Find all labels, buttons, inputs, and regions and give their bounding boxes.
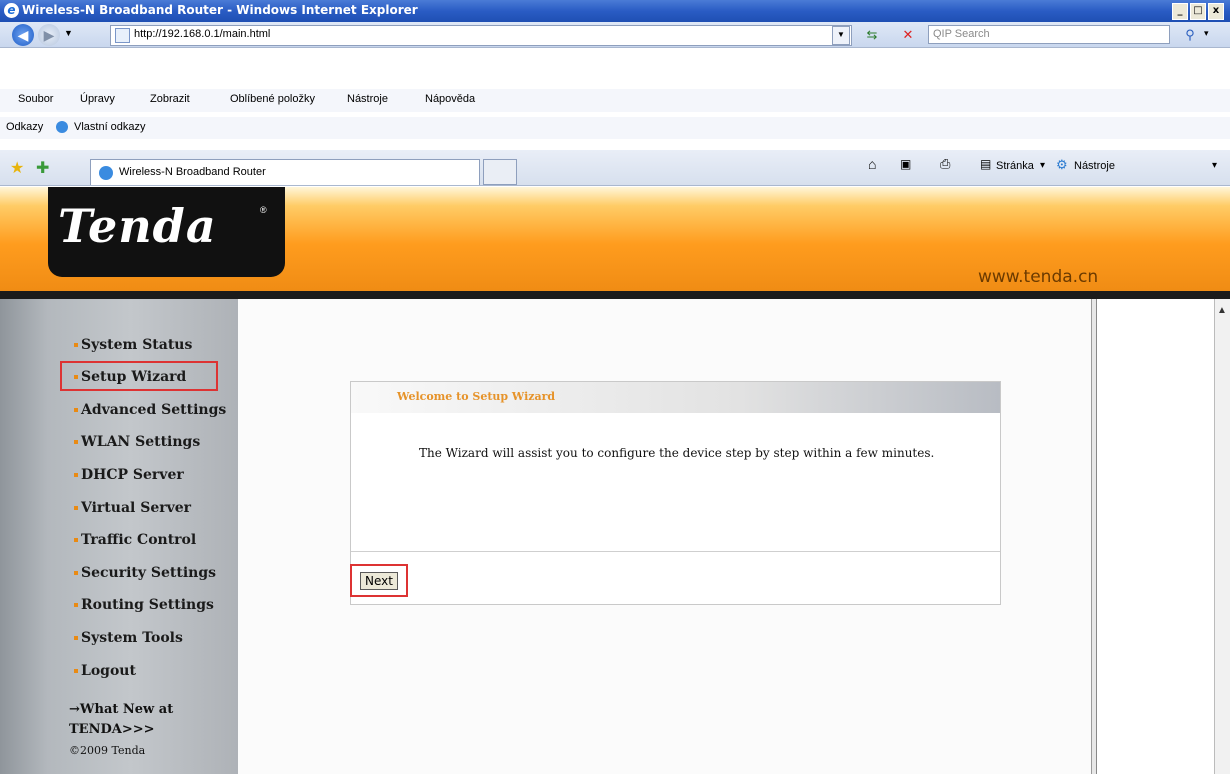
stop-icon[interactable]: ✕: [898, 25, 918, 44]
copyright: ©2009 Tenda: [69, 744, 146, 757]
sidebar-item-label: Logout: [81, 663, 136, 679]
page-menu-dropdown-icon[interactable]: ▾: [1040, 160, 1045, 171]
sidebar-item-label: DHCP Server: [81, 467, 184, 483]
sidebar-item-traffic-control[interactable]: Traffic Control: [74, 532, 197, 548]
next-button-highlight: Next: [350, 564, 408, 597]
home-icon[interactable]: ⌂: [868, 156, 876, 172]
panel-divider: [351, 551, 1000, 552]
close-button[interactable]: x: [1208, 3, 1224, 20]
right-frame: [1096, 299, 1214, 774]
sidebar-item-label: WLAN Settings: [81, 434, 201, 450]
sidebar: System Status Setup Wizard Advanced Sett…: [0, 299, 238, 774]
favorites-star-icon[interactable]: ★: [10, 158, 24, 178]
sidebar-item-security-settings[interactable]: Security Settings: [74, 565, 217, 581]
tab-page-icon: [99, 166, 113, 180]
sidebar-item-dhcp-server[interactable]: DHCP Server: [74, 467, 184, 483]
window-title: Wireless-N Broadband Router - Windows In…: [22, 3, 418, 17]
tab-bar: ★ ✚ Wireless-N Broadband Router ⌂ ▣ ⎙ ▤ …: [0, 150, 1230, 186]
menu-nastroje[interactable]: Nástroje: [347, 93, 388, 105]
tab-label: Wireless-N Broadband Router: [119, 166, 266, 178]
menu-soubor[interactable]: Soubor: [18, 93, 53, 105]
forward-button[interactable]: ▶: [38, 24, 60, 46]
page-icon: [115, 28, 130, 43]
address-input[interactable]: http://192.168.0.1/main.html: [110, 25, 852, 46]
link-page-icon: [56, 121, 68, 133]
menu-oblibene[interactable]: Oblíbené položky: [230, 93, 315, 105]
tools-menu-dropdown-icon[interactable]: ▾: [1212, 160, 1217, 171]
print-icon[interactable]: ⎙: [940, 156, 950, 172]
bullet-icon: [74, 669, 78, 673]
sidebar-item-label: Routing Settings: [81, 597, 214, 613]
sidebar-item-label: System Tools: [81, 630, 183, 646]
vertical-scrollbar[interactable]: ▲: [1214, 299, 1230, 774]
sidebar-item-setup-wizard[interactable]: Setup Wizard: [74, 369, 187, 385]
bullet-icon: [74, 343, 78, 347]
sidebar-item-advanced-settings[interactable]: Advanced Settings: [74, 402, 227, 418]
address-toolbar: ◀ ▶ ▼ http://192.168.0.1/main.html ▼ ⇆ ✕…: [0, 22, 1230, 48]
links-bar: Odkazy Vlastní odkazy: [0, 117, 1230, 139]
sidebar-item-label: Traffic Control: [81, 532, 197, 548]
custom-links-item[interactable]: Vlastní odkazy: [74, 121, 146, 133]
bullet-icon: [74, 538, 78, 542]
minimize-button[interactable]: _: [1172, 3, 1188, 20]
maximize-button[interactable]: □: [1190, 3, 1206, 20]
address-url: http://192.168.0.1/main.html: [134, 28, 271, 40]
internet-explorer-icon: e: [4, 3, 19, 18]
panel-header: Welcome to Setup Wizard: [351, 382, 1000, 413]
window-title-bar: e Wireless-N Broadband Router - Windows …: [0, 0, 1230, 22]
sidebar-item-label: System Status: [81, 337, 193, 353]
feeds-icon[interactable]: ▣: [900, 157, 911, 171]
bullet-icon: [74, 440, 78, 444]
sidebar-item-wlan-settings[interactable]: WLAN Settings: [74, 434, 201, 450]
tenda-logo: Tenda: [58, 199, 217, 253]
sidebar-item-virtual-server[interactable]: Virtual Server: [74, 500, 192, 516]
tab-router[interactable]: Wireless-N Broadband Router: [90, 159, 480, 185]
bullet-icon: [74, 603, 78, 607]
links-label: Odkazy: [6, 121, 44, 133]
sidebar-item-label: Setup Wizard: [81, 369, 187, 385]
menu-bar: Soubor Úpravy Zobrazit Oblíbené položky …: [0, 89, 1230, 112]
bullet-icon: [74, 636, 78, 640]
sidebar-item-system-status[interactable]: System Status: [74, 337, 193, 353]
back-button[interactable]: ◀: [12, 24, 34, 46]
new-tab-button[interactable]: [483, 159, 517, 185]
scroll-up-arrow-icon[interactable]: ▲: [1217, 305, 1227, 316]
tenda-header: Tenda ® www.tenda.cn: [0, 187, 1230, 291]
what-new-link[interactable]: →What New at TENDA>>>: [69, 700, 219, 740]
sidebar-item-logout[interactable]: Logout: [74, 663, 136, 679]
bullet-icon: [74, 473, 78, 477]
add-favorite-icon[interactable]: ✚: [36, 158, 49, 178]
website-url: www.tenda.cn: [978, 267, 1099, 287]
menu-zobrazit[interactable]: Zobrazit: [150, 93, 190, 105]
tools-gear-icon: ⚙: [1056, 157, 1068, 172]
next-button[interactable]: Next: [360, 572, 398, 590]
bullet-icon: [74, 506, 78, 510]
registered-mark: ®: [260, 205, 267, 215]
menu-upravy[interactable]: Úpravy: [80, 93, 115, 105]
header-divider: [0, 291, 1230, 299]
bullet-icon: [74, 408, 78, 412]
bullet-icon: [74, 571, 78, 575]
address-dropdown-button[interactable]: ▼: [832, 26, 850, 45]
menu-napoveda[interactable]: Nápověda: [425, 93, 475, 105]
refresh-icon[interactable]: ⇆: [862, 25, 882, 44]
tools-menu[interactable]: Nástroje: [1074, 160, 1115, 172]
sidebar-item-routing-settings[interactable]: Routing Settings: [74, 597, 214, 613]
sidebar-item-system-tools[interactable]: System Tools: [74, 630, 183, 646]
bullet-icon: [74, 375, 78, 379]
history-dropdown-icon[interactable]: ▼: [64, 28, 73, 38]
page-icon: ▤: [980, 157, 992, 171]
sidebar-item-label: Advanced Settings: [81, 402, 227, 418]
sidebar-item-label: Security Settings: [81, 565, 217, 581]
panel-title: Welcome to Setup Wizard: [397, 390, 556, 403]
wizard-description: The Wizard will assist you to configure …: [419, 446, 935, 460]
sidebar-item-label: Virtual Server: [81, 500, 192, 516]
search-input[interactable]: QIP Search: [928, 25, 1170, 44]
setup-wizard-panel: Welcome to Setup Wizard The Wizard will …: [350, 381, 1001, 605]
page-menu[interactable]: Stránka: [996, 160, 1034, 172]
search-options-dropdown[interactable]: ▾: [1204, 28, 1209, 39]
search-icon[interactable]: ⚲: [1180, 25, 1200, 44]
